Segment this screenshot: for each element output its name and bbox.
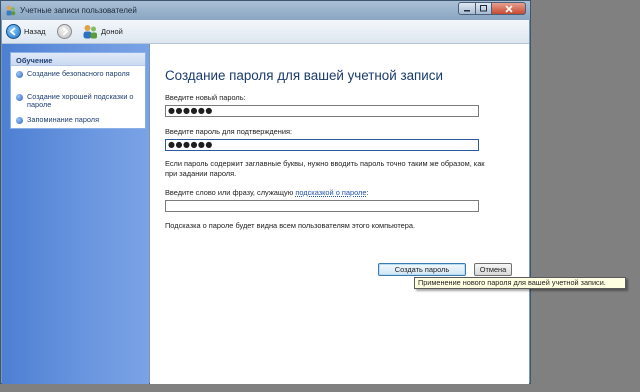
password-hint-field[interactable]	[165, 200, 479, 212]
confirm-password-label: Введите пароль для подтверждения:	[165, 127, 293, 136]
sidebar-item-label: Создание хорошей подсказки о пароле	[27, 92, 134, 110]
forward-arrow-icon	[57, 24, 72, 39]
title-bar[interactable]: Учетные записи пользователей	[1, 1, 530, 20]
cancel-button[interactable]: Отмена	[474, 263, 512, 276]
screen: Учетные записи пользователей Назад Доной…	[0, 0, 640, 392]
back-arrow-icon	[6, 24, 21, 39]
back-label: Назад	[24, 27, 46, 36]
home-label: Доной	[101, 27, 123, 36]
minimize-button[interactable]	[458, 2, 476, 15]
forward-button[interactable]	[57, 23, 72, 40]
hint-label-prefix: Введите слово или фразу, служащую	[165, 188, 296, 197]
sidebar-item-good-hint[interactable]: Создание хорошей подсказки о пароле	[16, 92, 139, 110]
case-sensitivity-note: Если пароль содержит заглавные буквы, ну…	[165, 159, 485, 178]
learn-panel: Обучение Создание безопасного пароля Соз…	[10, 52, 146, 129]
window-title: Учетные записи пользователей	[20, 6, 137, 15]
sidebar-item-label: Создание безопасного пароля	[27, 69, 130, 78]
sidebar-item-remember-password[interactable]: Запоминание пароля	[16, 115, 139, 124]
main-content: Создание пароля для вашей учетной записи…	[150, 44, 529, 384]
navigation-toolbar: Назад Доной	[2, 20, 529, 44]
home-button[interactable]: Доной	[82, 23, 123, 40]
help-icon	[16, 94, 23, 101]
user-accounts-window: Учетные записи пользователей Назад Доной…	[0, 0, 531, 384]
help-icon	[16, 117, 23, 124]
close-button[interactable]	[492, 2, 526, 15]
close-icon	[504, 4, 513, 13]
password-hint-link[interactable]: подсказкой о пароле	[295, 188, 366, 197]
create-password-button[interactable]: Создать пароль	[378, 263, 466, 276]
help-icon	[16, 71, 23, 78]
new-password-field[interactable]: ●●●●●●	[165, 105, 479, 117]
new-password-label: Введите новый пароль:	[165, 93, 246, 102]
learn-panel-title: Обучение	[11, 53, 145, 66]
hint-label: Введите слово или фразу, служащую подска…	[165, 188, 369, 197]
maximize-button[interactable]	[476, 2, 492, 15]
user-accounts-icon	[6, 5, 16, 16]
confirm-password-field[interactable]: ●●●●●●	[165, 139, 479, 151]
page-title: Создание пароля для вашей учетной записи	[165, 68, 443, 83]
maximize-icon	[480, 5, 487, 12]
caption-buttons	[458, 2, 526, 16]
sidebar: Обучение Создание безопасного пароля Соз…	[2, 44, 149, 384]
hint-visibility-note: Подсказка о пароле будет видна всем поль…	[165, 221, 416, 230]
minimize-icon	[463, 10, 470, 12]
back-button[interactable]: Назад	[6, 23, 46, 40]
sidebar-item-secure-password[interactable]: Создание безопасного пароля	[16, 69, 139, 78]
users-icon	[83, 25, 97, 39]
sidebar-item-label: Запоминание пароля	[27, 115, 100, 124]
hint-label-suffix: :	[366, 188, 369, 197]
tooltip: Применение нового пароля для вашей учетн…	[414, 277, 626, 289]
